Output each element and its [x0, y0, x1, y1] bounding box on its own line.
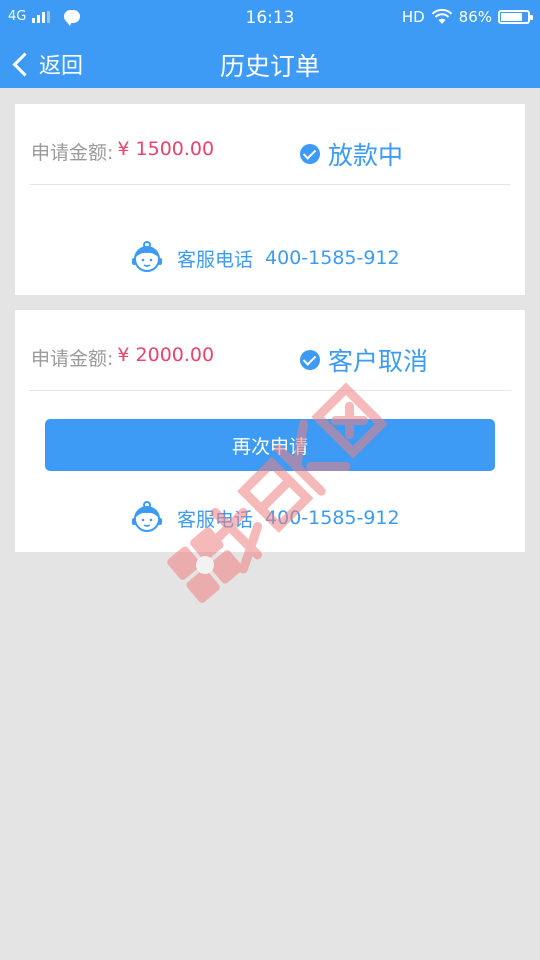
order-status: 放款中 — [300, 136, 403, 172]
amount-value: ¥ 2000.00 — [117, 344, 215, 366]
amount-row: 申请金额: ¥ 2000.00 — [31, 344, 214, 371]
page-title: 历史订单 — [219, 52, 320, 81]
reapply-button[interactable]: 再次申请 — [45, 419, 495, 471]
amount-label: 申请金额: — [31, 348, 114, 370]
check-circle-icon — [300, 350, 320, 370]
status-right: HD 86% — [401, 8, 533, 26]
service-phone: 400-1585-912 — [265, 247, 400, 269]
order-card: 申请金额: ¥ 2000.00 客户取消 再次申请 客服电话 400-1585-… — [15, 310, 525, 552]
hd-indicator: HD — [401, 8, 425, 26]
amount-row: 申请金额: ¥ 1500.00 — [31, 138, 214, 165]
status-bar: 4G 16:13 HD 86% — [0, 0, 540, 36]
status-text: 客户取消 — [328, 347, 429, 376]
customer-service-phone[interactable]: 客服电话 400-1585-912 — [129, 240, 400, 276]
divider — [29, 390, 511, 391]
battery-icon — [498, 10, 533, 24]
customer-service-agent-icon — [132, 501, 162, 532]
wifi-icon — [431, 9, 452, 24]
amount-label: 申请金额: — [31, 142, 114, 164]
service-label: 客服电话 — [177, 508, 254, 531]
status-text: 放款中 — [328, 141, 404, 170]
check-circle-icon — [300, 144, 320, 164]
service-phone: 400-1585-912 — [265, 507, 400, 529]
amount-value: ¥ 1500.00 — [117, 138, 215, 160]
battery-level — [501, 13, 522, 21]
service-label: 客服电话 — [177, 248, 254, 271]
nav-bar: 返回 历史订单 — [0, 36, 540, 88]
divider — [29, 184, 511, 185]
order-status: 客户取消 — [300, 342, 428, 378]
battery-percent: 86% — [458, 8, 492, 26]
customer-service-agent-icon — [132, 241, 162, 272]
order-card: 申请金额: ¥ 1500.00 放款中 客服电话 400-1585-912 — [15, 104, 525, 295]
customer-service-phone[interactable]: 客服电话 400-1585-912 — [129, 500, 400, 536]
